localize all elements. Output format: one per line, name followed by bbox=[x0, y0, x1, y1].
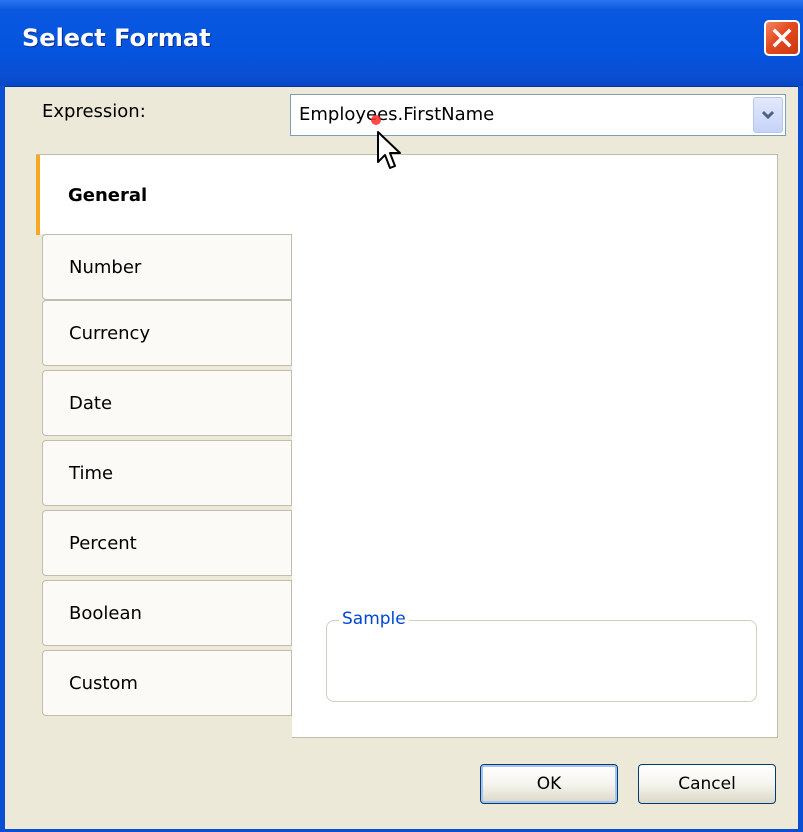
close-icon bbox=[772, 28, 792, 48]
title-bar[interactable]: Select Format bbox=[0, 0, 803, 87]
selected-tab-indicator bbox=[36, 155, 40, 235]
tab-label: Currency bbox=[69, 323, 151, 344]
close-button[interactable] bbox=[764, 20, 800, 56]
mouse-cursor-icon bbox=[371, 115, 401, 169]
tab-label: Time bbox=[69, 463, 114, 484]
tab-label: Boolean bbox=[69, 603, 142, 624]
tab-label: Date bbox=[69, 393, 113, 414]
tab-time[interactable]: Time bbox=[42, 440, 292, 506]
window-title: Select Format bbox=[22, 24, 211, 52]
sample-label: Sample bbox=[339, 609, 409, 629]
tab-currency[interactable]: Currency bbox=[42, 300, 292, 366]
tab-boolean[interactable]: Boolean bbox=[42, 580, 292, 646]
expression-label: Expression: bbox=[42, 101, 146, 122]
tab-label: Custom bbox=[69, 673, 138, 694]
expression-combobox[interactable]: Employees.FirstName bbox=[290, 94, 786, 136]
tab-general[interactable]: General bbox=[36, 154, 293, 235]
tab-date[interactable]: Date bbox=[42, 370, 292, 436]
tab-custom[interactable]: Custom bbox=[42, 650, 292, 716]
tab-number[interactable]: Number bbox=[42, 234, 292, 300]
ok-button[interactable]: OK bbox=[480, 764, 618, 804]
tab-label: General bbox=[68, 185, 148, 206]
select-format-dialog: Select Format Expression: Employees.Firs… bbox=[0, 0, 803, 832]
tab-label: Percent bbox=[69, 533, 137, 554]
expression-dropdown-button[interactable] bbox=[753, 97, 783, 133]
tab-percent[interactable]: Percent bbox=[42, 510, 292, 576]
cancel-button[interactable]: Cancel bbox=[638, 764, 776, 804]
window-frame-left bbox=[0, 86, 5, 832]
window-frame-right bbox=[798, 86, 803, 832]
chevron-down-icon bbox=[761, 110, 775, 120]
sample-groupbox: Sample bbox=[326, 609, 757, 702]
tab-label: Number bbox=[69, 257, 142, 278]
